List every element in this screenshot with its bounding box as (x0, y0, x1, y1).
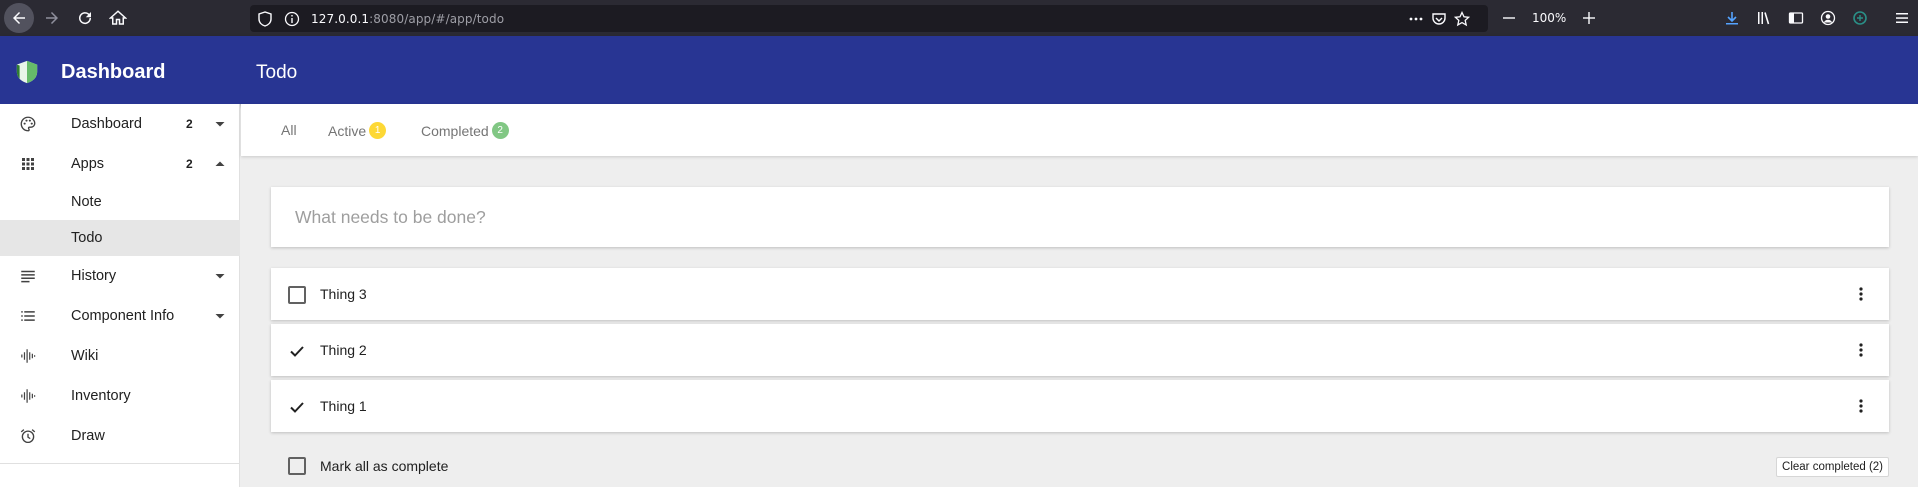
tab-label: Active (328, 122, 367, 139)
todo-item: Thing 1 (271, 380, 1889, 432)
browser-toolbar: 127.0.0.1:8080/app/#/app/todo 100% (0, 0, 1918, 36)
arrow-right-icon (46, 12, 58, 24)
todo-text[interactable]: Thing 3 (320, 286, 367, 302)
sidebar-item-label: Todo (71, 230, 103, 246)
filter-tabs: All Active 1 Completed 2 (241, 104, 1918, 156)
waveform-icon (18, 386, 38, 406)
completed-count-badge: 2 (491, 122, 509, 139)
caret-up-icon (215, 161, 225, 166)
apps-grid-icon (18, 154, 38, 174)
new-todo-input[interactable] (295, 204, 1855, 230)
check-icon[interactable] (287, 397, 307, 417)
sidebar-item-apps[interactable]: Apps 2 (0, 144, 240, 184)
sidebar-item-dashboard[interactable]: Dashboard 2 (0, 104, 240, 144)
mark-all-label[interactable]: Mark all as complete (320, 458, 448, 474)
more-vert-icon[interactable] (1851, 396, 1871, 416)
waveform-icon (18, 346, 38, 366)
sidebar-item-label: Inventory (71, 388, 131, 404)
sidebar-item-label: Component Info (71, 308, 175, 324)
alarm-icon (18, 426, 38, 446)
new-todo-card (271, 187, 1889, 247)
todo-text[interactable]: Thing 2 (320, 342, 367, 358)
active-count-badge: 1 (369, 122, 387, 139)
sidebar-toggle-icon[interactable] (1787, 9, 1805, 27)
list-icon (18, 306, 38, 326)
todo-item: Thing 3 (271, 268, 1889, 320)
menu-icon[interactable] (1893, 9, 1911, 27)
sidebar-item-history[interactable]: History (0, 256, 240, 296)
extension-icon[interactable] (1851, 9, 1869, 27)
library-icon[interactable] (1755, 9, 1773, 27)
bookmark-star-icon[interactable] (1453, 10, 1471, 28)
address-bar[interactable]: 127.0.0.1:8080/app/#/app/todo (250, 5, 1488, 32)
forward-button[interactable] (37, 3, 67, 33)
caret-down-icon (215, 122, 225, 127)
check-icon[interactable] (287, 341, 307, 361)
download-icon[interactable] (1723, 9, 1741, 27)
more-vert-icon[interactable] (1851, 284, 1871, 304)
arrow-left-icon (13, 12, 25, 24)
sidebar-item-label: Wiki (71, 348, 99, 364)
sidebar-item-count: 2 (186, 157, 193, 171)
tab-active[interactable]: Active 1 (328, 122, 387, 139)
sidebar-item-label: Dashboard (71, 116, 142, 132)
back-button[interactable] (4, 3, 34, 33)
caret-down-icon (215, 274, 225, 279)
zoom-level[interactable]: 100% (1532, 11, 1566, 25)
shield-logo-icon (16, 60, 38, 84)
tab-label: All (281, 122, 297, 138)
sidebar-item-wiki[interactable]: Wiki (0, 336, 240, 376)
clear-completed-button[interactable]: Clear completed (2) (1776, 457, 1889, 477)
zoom-out-icon[interactable] (1500, 9, 1518, 27)
sidebar: Dashboard 2 Apps 2 Note Todo History Com… (0, 104, 240, 487)
brand-title[interactable]: Dashboard (61, 61, 165, 84)
reload-icon (79, 12, 92, 25)
mark-all-checkbox[interactable] (288, 457, 306, 475)
reload-button[interactable] (70, 3, 100, 33)
url-text[interactable]: 127.0.0.1:8080/app/#/app/todo (311, 12, 504, 26)
sidebar-item-todo[interactable]: Todo (0, 220, 240, 256)
sidebar-item-inventory[interactable]: Inventory (0, 376, 240, 416)
sidebar-divider (0, 463, 240, 464)
tab-label: Completed (421, 122, 489, 139)
caret-down-icon (215, 314, 225, 319)
sidebar-item-label: Note (71, 194, 102, 210)
zoom-in-icon[interactable] (1580, 9, 1598, 27)
sidebar-item-label: Draw (71, 428, 105, 444)
app-bar: Dashboard Todo (0, 36, 1918, 104)
todo-item: Thing 2 (271, 324, 1889, 376)
info-icon[interactable] (283, 10, 301, 28)
home-icon (109, 10, 127, 25)
notes-icon (18, 266, 38, 286)
sidebar-item-label: History (71, 268, 117, 284)
page-title: Todo (256, 62, 298, 83)
more-vert-icon[interactable] (1851, 340, 1871, 360)
palette-icon (18, 114, 38, 134)
sidebar-item-count: 2 (186, 117, 193, 131)
todo-text[interactable]: Thing 1 (320, 398, 367, 414)
sidebar-item-component-info[interactable]: Component Info (0, 296, 240, 336)
sidebar-item-note[interactable]: Note (0, 184, 240, 220)
pocket-icon[interactable] (1430, 10, 1448, 28)
tab-completed[interactable]: Completed 2 (421, 122, 509, 139)
more-actions-icon[interactable] (1407, 10, 1425, 28)
todo-footer: Mark all as complete Clear completed (2) (271, 447, 1889, 487)
shield-icon (256, 10, 274, 28)
todo-checkbox[interactable] (288, 286, 306, 304)
sidebar-item-draw[interactable]: Draw (0, 416, 240, 456)
tab-all[interactable]: All (281, 122, 297, 138)
sidebar-item-label: Apps (71, 156, 105, 172)
home-button[interactable] (103, 3, 133, 33)
account-icon[interactable] (1819, 9, 1837, 27)
